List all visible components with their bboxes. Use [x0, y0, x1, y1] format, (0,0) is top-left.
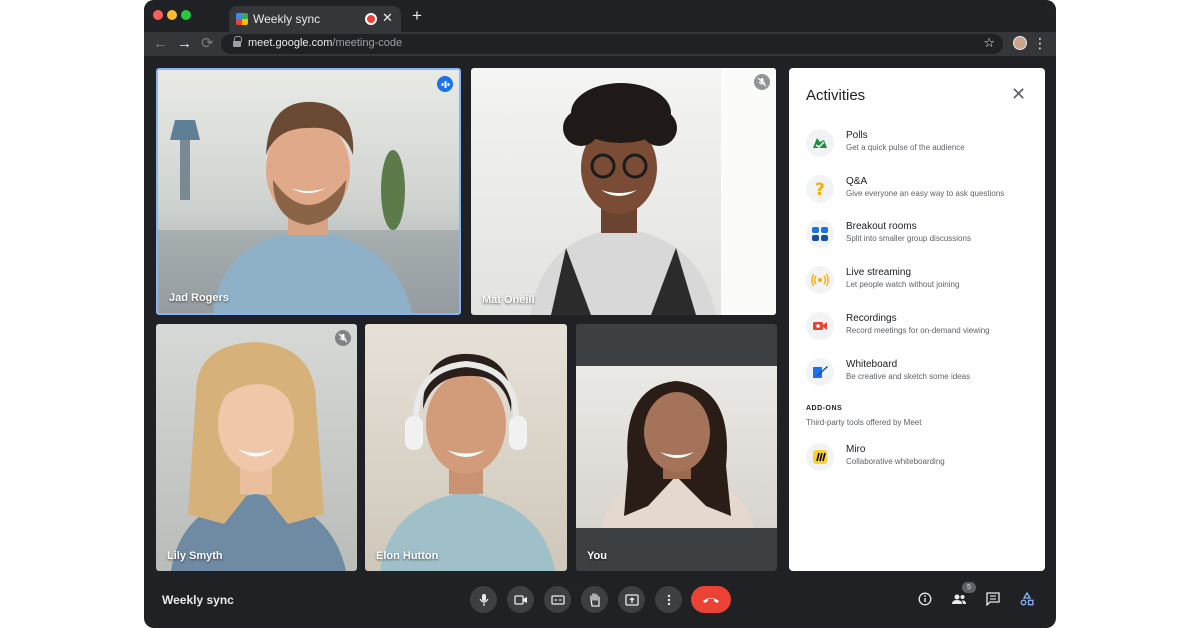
- end-call-icon: [703, 597, 719, 603]
- participant-tile[interactable]: Lily Smyth: [156, 324, 357, 571]
- close-window-button[interactable]: [153, 10, 163, 20]
- camera-icon: [513, 594, 527, 605]
- addons-description: Third-party tools offered by Meet: [806, 418, 922, 427]
- activity-whiteboard[interactable]: Whiteboard Be creative and sketch some i…: [806, 358, 1036, 390]
- recording-indicator-icon: [365, 13, 377, 25]
- whiteboard-icon: [806, 358, 834, 386]
- raise-hand-icon: [589, 592, 600, 607]
- activity-polls[interactable]: Polls Get a quick pulse of the audience: [806, 129, 1036, 161]
- recording-icon: [806, 312, 834, 340]
- participant-tile[interactable]: Jad Rogers: [156, 68, 461, 315]
- meeting-details-button[interactable]: [916, 590, 934, 608]
- polls-icon: [806, 129, 834, 157]
- browser-menu-icon[interactable]: ⋮: [1033, 34, 1047, 52]
- panel-title: Activities: [806, 87, 866, 104]
- captions-icon: [550, 594, 565, 605]
- activity-description: Give everyone an easy way to ask questio…: [846, 189, 1005, 198]
- more-options-button[interactable]: [655, 586, 682, 613]
- svg-text:?: ?: [815, 180, 825, 198]
- participant-video: [171, 342, 346, 571]
- addons-heading: ADD-ONS: [806, 405, 843, 412]
- activity-description: Be creative and sketch some ideas: [846, 372, 971, 381]
- participant-video: [158, 101, 459, 313]
- reload-icon[interactable]: ⟳: [201, 34, 214, 54]
- participant-name: Jad Rogers: [169, 292, 229, 304]
- browser-tab[interactable]: Weekly sync ✕: [229, 6, 401, 32]
- activity-label: Live streaming: [846, 267, 912, 278]
- participant-video: [380, 353, 555, 571]
- tab-strip: Weekly sync ✕ +: [144, 0, 1056, 32]
- people-icon: [952, 594, 966, 604]
- url-text: meet.google.com/meeting-code: [248, 37, 402, 49]
- chat-icon: [986, 592, 1000, 606]
- minimize-window-button[interactable]: [167, 10, 177, 20]
- chat-button[interactable]: [984, 590, 1002, 608]
- audio-level-icon: [437, 76, 453, 92]
- activity-recordings[interactable]: Recordings Record meetings for on-demand…: [806, 312, 1036, 344]
- breakout-rooms-icon: [806, 220, 834, 248]
- info-icon: [918, 592, 932, 606]
- question-icon: ?: [806, 175, 834, 203]
- present-icon: [624, 593, 639, 606]
- participant-name: Lily Smyth: [167, 550, 223, 562]
- activity-live-streaming[interactable]: Live streaming Let people watch without …: [806, 266, 1036, 298]
- participant-video: [531, 68, 776, 315]
- camera-button[interactable]: [507, 586, 534, 613]
- new-tab-button[interactable]: +: [412, 7, 422, 25]
- activity-description: Record meetings for on-demand viewing: [846, 326, 990, 335]
- more-options-icon: [667, 594, 670, 605]
- profile-avatar[interactable]: [1013, 36, 1027, 50]
- captions-button[interactable]: [544, 586, 571, 613]
- forward-icon[interactable]: →: [177, 34, 192, 54]
- browser-toolbar: ← → ⟳ meet.google.com/meeting-code ☆: [144, 32, 1056, 56]
- activities-panel: Activities ✕ Polls Get a quick pulse of …: [789, 68, 1045, 571]
- activities-icon: [1020, 592, 1034, 606]
- address-bar[interactable]: meet.google.com/meeting-code ☆: [221, 34, 1003, 54]
- meet-favicon-icon: [236, 13, 248, 25]
- browser-window: Weekly sync ✕ + ← → ⟳ meet.google.com/me…: [144, 0, 1056, 628]
- end-call-button[interactable]: [691, 586, 731, 613]
- raise-hand-button[interactable]: [581, 586, 608, 613]
- activity-description: Get a quick pulse of the audience: [846, 143, 965, 152]
- bookmark-star-icon[interactable]: ☆: [983, 35, 995, 51]
- live-streaming-icon: [806, 266, 834, 294]
- addon-miro[interactable]: Miro Collaborative whiteboarding: [806, 443, 1036, 475]
- present-button[interactable]: [618, 586, 645, 613]
- activity-description: Split into smaller group discussions: [846, 234, 971, 243]
- tab-title: Weekly sync: [253, 12, 321, 26]
- participant-name: You: [587, 550, 607, 562]
- mic-button[interactable]: [470, 586, 497, 613]
- activity-description: Let people watch without joining: [846, 280, 960, 289]
- maximize-window-button[interactable]: [181, 10, 191, 20]
- activities-button[interactable]: [1018, 590, 1036, 608]
- activity-label: Breakout rooms: [846, 221, 917, 232]
- activity-label: Recordings: [846, 313, 897, 324]
- activity-label: Q&A: [846, 176, 868, 187]
- mic-icon: [479, 593, 488, 606]
- url-host: meet.google.com: [248, 37, 333, 49]
- self-view-tile[interactable]: You: [576, 324, 777, 571]
- self-video: [576, 366, 777, 528]
- activity-label: Miro: [846, 444, 866, 455]
- back-icon[interactable]: ←: [153, 34, 168, 54]
- meeting-title: Weekly sync: [162, 593, 234, 607]
- mic-off-icon: [335, 330, 351, 346]
- mic-off-icon: [754, 74, 770, 90]
- participant-tile[interactable]: Mat Oneill: [471, 68, 776, 315]
- activity-label: Polls: [846, 130, 868, 141]
- activity-qa[interactable]: ? Q&A Give everyone an easy way to ask q…: [806, 175, 1036, 207]
- participant-tile[interactable]: Elon Hutton: [365, 324, 567, 571]
- activity-description: Collaborative whiteboarding: [846, 457, 945, 466]
- close-panel-icon[interactable]: ✕: [1011, 84, 1026, 104]
- participant-name: Elon Hutton: [376, 550, 439, 562]
- participant-name: Mat Oneill: [482, 294, 535, 306]
- tab-close-icon[interactable]: ✕: [382, 10, 393, 26]
- url-path: /meeting-code: [332, 37, 403, 49]
- lock-icon: [233, 36, 242, 48]
- miro-icon: [806, 443, 834, 471]
- activity-breakout-rooms[interactable]: Breakout rooms Split into smaller group …: [806, 220, 1036, 252]
- activity-label: Whiteboard: [846, 359, 898, 370]
- people-count-badge: 5: [962, 582, 976, 593]
